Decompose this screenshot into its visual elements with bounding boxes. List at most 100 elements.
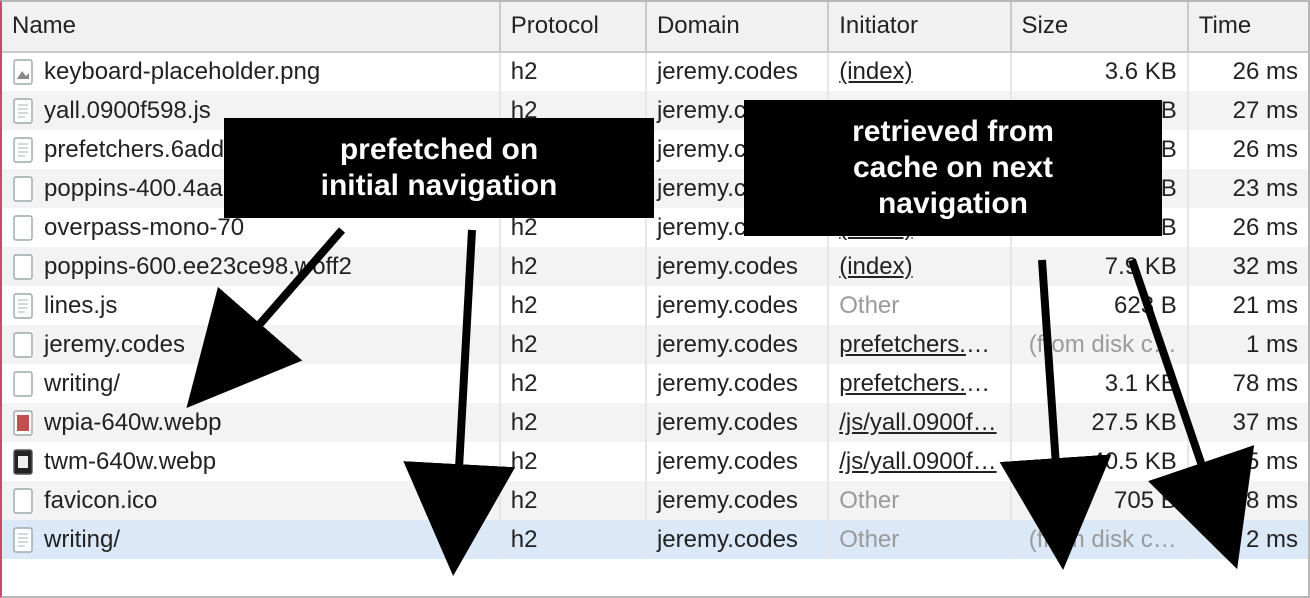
cell-name: keyboard-placeholder.png — [2, 52, 500, 91]
cell-size: 705 B — [1011, 481, 1188, 520]
cell-time: 27 ms — [1188, 91, 1308, 130]
cell-protocol: h2 — [500, 481, 646, 520]
annotation-prefetched: prefetched oninitial navigation — [224, 118, 654, 218]
cell-domain: jeremy.codes — [646, 442, 828, 481]
file-name: prefetchers.6adda — [44, 136, 237, 164]
cell-initiator[interactable]: prefetchers.6… — [828, 364, 1010, 403]
table-row[interactable]: favicon.icoh2jeremy.codesOther705 B8 ms — [2, 481, 1308, 520]
cell-initiator[interactable]: (index) — [828, 52, 1010, 91]
file-name: overpass-mono-70 — [44, 214, 244, 242]
table-row[interactable]: jeremy.codesh2jeremy.codesprefetchers.6…… — [2, 325, 1308, 364]
cell-name: writing/ — [2, 520, 500, 559]
table-row[interactable]: wpia-640w.webp h2jeremy.codes/js/yall.090… — [2, 403, 1308, 442]
table-row[interactable]: keyboard-placeholder.pngh2jeremy.codes(i… — [2, 52, 1308, 91]
cell-time: 1 ms — [1188, 325, 1308, 364]
cell-protocol: h2 — [500, 520, 646, 559]
file-type-icon — [12, 527, 34, 553]
file-type-icon — [12, 176, 34, 202]
file-name: yall.0900f598.js — [44, 97, 211, 125]
file-name: writing/ — [44, 370, 120, 398]
col-header-time[interactable]: Time — [1188, 2, 1308, 52]
cell-name: twm-640w.webp — [2, 442, 500, 481]
cell-protocol: h2 — [500, 325, 646, 364]
cell-initiator: Other — [828, 286, 1010, 325]
cell-initiator: Other — [828, 481, 1010, 520]
cell-initiator[interactable]: (index) — [828, 247, 1010, 286]
cell-name: poppins-600.ee23ce98.woff2 — [2, 247, 500, 286]
file-name: jeremy.codes — [44, 331, 185, 359]
cell-time: 26 ms — [1188, 52, 1308, 91]
cell-time: 26 ms — [1188, 130, 1308, 169]
cell-domain: jeremy.codes — [646, 247, 828, 286]
col-header-size[interactable]: Size — [1011, 2, 1188, 52]
file-type-icon — [12, 215, 34, 241]
cell-time: 8 ms — [1188, 481, 1308, 520]
cell-name: lines.js — [2, 286, 500, 325]
cell-name: wpia-640w.webp — [2, 403, 500, 442]
cell-domain: jeremy.codes — [646, 325, 828, 364]
cell-size: 7.9 KB — [1011, 247, 1188, 286]
file-type-icon — [12, 98, 34, 124]
file-name: wpia-640w.webp — [44, 409, 221, 437]
cell-time: 32 ms — [1188, 247, 1308, 286]
file-type-icon — [12, 332, 34, 358]
file-name: favicon.ico — [44, 487, 157, 515]
table-header-row: Name Protocol Domain Initiator Size Time — [2, 2, 1308, 52]
col-header-protocol[interactable]: Protocol — [500, 2, 646, 52]
cell-protocol: h2 — [500, 286, 646, 325]
file-name: writing/ — [44, 526, 120, 554]
network-panel: Name Protocol Domain Initiator Size Time… — [0, 0, 1310, 598]
cell-time: 26 ms — [1188, 208, 1308, 247]
cell-name: jeremy.codes — [2, 325, 500, 364]
cell-domain: jeremy.codes — [646, 403, 828, 442]
cell-size: 27.5 KB — [1011, 403, 1188, 442]
cell-time: 78 ms — [1188, 364, 1308, 403]
file-name: lines.js — [44, 292, 117, 320]
table-row[interactable]: twm-640w.webp h2jeremy.codes/js/yall.0900… — [2, 442, 1308, 481]
table-row[interactable]: poppins-600.ee23ce98.woff2 h2jeremy.codes… — [2, 247, 1308, 286]
file-name: keyboard-placeholder.png — [44, 58, 320, 86]
cell-domain: jeremy.codes — [646, 520, 828, 559]
cell-size: 3.1 KB — [1011, 364, 1188, 403]
cell-protocol: h2 — [500, 403, 646, 442]
file-type-icon — [12, 488, 34, 514]
cell-time: 45 ms — [1188, 442, 1308, 481]
network-table: Name Protocol Domain Initiator Size Time… — [2, 2, 1308, 559]
annotation-cache: retrieved fromcache on nextnavigation — [744, 100, 1162, 236]
cell-initiator[interactable]: /js/yall.0900f… — [828, 442, 1010, 481]
cell-name: writing/ — [2, 364, 500, 403]
file-name: twm-640w.webp — [44, 448, 216, 476]
cell-protocol: h2 — [500, 442, 646, 481]
col-header-initiator[interactable]: Initiator — [828, 2, 1010, 52]
cell-protocol: h2 — [500, 364, 646, 403]
cell-time: 23 ms — [1188, 169, 1308, 208]
file-type-icon — [12, 59, 34, 85]
cell-protocol: h2 — [500, 247, 646, 286]
file-type-icon — [12, 371, 34, 397]
cell-initiator[interactable]: /js/yall.0900f… — [828, 403, 1010, 442]
cell-initiator: Other — [828, 520, 1010, 559]
file-type-icon — [12, 410, 34, 436]
cell-size: 623 B — [1011, 286, 1188, 325]
cell-domain: jeremy.codes — [646, 364, 828, 403]
cell-time: 37 ms — [1188, 403, 1308, 442]
cell-size: 40.5 KB — [1011, 442, 1188, 481]
cell-size: (from disk c… — [1011, 520, 1188, 559]
table-row[interactable]: writing/h2jeremy.codesOther(from disk c…… — [2, 520, 1308, 559]
cell-size: (from disk c… — [1011, 325, 1188, 364]
table-row[interactable]: lines.jsh2jeremy.codesOther623 B21 ms — [2, 286, 1308, 325]
col-header-domain[interactable]: Domain — [646, 2, 828, 52]
file-name: poppins-400.4aaa — [44, 175, 236, 203]
file-type-icon — [12, 254, 34, 280]
cell-name: favicon.ico — [2, 481, 500, 520]
col-header-name[interactable]: Name — [2, 2, 500, 52]
file-type-icon — [12, 293, 34, 319]
cell-protocol: h2 — [500, 52, 646, 91]
cell-initiator[interactable]: prefetchers.6… — [828, 325, 1010, 364]
table-row[interactable]: writing/h2jeremy.codesprefetchers.6…3.1 … — [2, 364, 1308, 403]
cell-size: 3.6 KB — [1011, 52, 1188, 91]
cell-time: 21 ms — [1188, 286, 1308, 325]
cell-time: 2 ms — [1188, 520, 1308, 559]
file-name: poppins-600.ee23ce98.woff2 — [44, 253, 352, 281]
file-type-icon — [12, 137, 34, 163]
